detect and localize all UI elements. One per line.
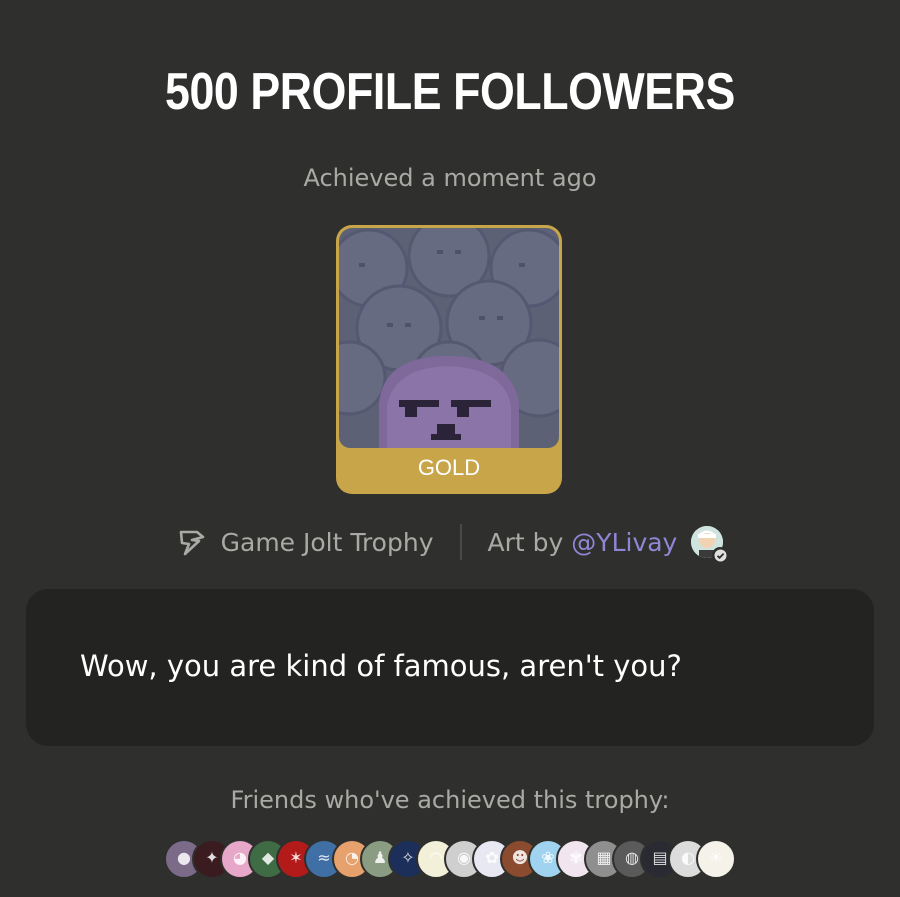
game-jolt-bolt-icon: [179, 530, 204, 556]
divider: [459, 524, 462, 560]
friend-avatar-image: ☀: [708, 848, 724, 867]
friends-avatar-list: ● ✦ ◕ ◆ ✶ ≈ ◔ ♟ ✧ ◠ ◉ ✿ ☻ ❀ ✾ ▦ ◍ ▤ ◐ ☀: [164, 839, 744, 879]
friends-label: Friends who've achieved this trophy:: [230, 786, 670, 814]
trophy-tier: GOLD: [417, 455, 481, 480]
artist-link[interactable]: @YLivay: [571, 528, 677, 557]
art-by-label: Art by: [487, 527, 564, 557]
trophy-artwork: [339, 228, 559, 448]
trophy-type: Game Jolt Trophy: [220, 527, 434, 557]
trophy-description: Wow, you are kind of famous, aren't you?: [80, 649, 682, 683]
trophy-title: 500 PROFILE FOLLOWERS: [165, 63, 735, 121]
trophy-meta: Game Jolt Trophy Art by @YLivay: [0, 522, 900, 563]
trophy-card[interactable]: GOLD: [336, 225, 562, 494]
friend-avatar[interactable]: ☀: [696, 839, 736, 879]
artist-avatar[interactable]: [691, 526, 729, 563]
trophy-description-card: Wow, you are kind of famous, aren't you?: [26, 589, 874, 746]
achieved-time: Achieved a moment ago: [303, 164, 597, 192]
verified-icon: [712, 547, 729, 563]
